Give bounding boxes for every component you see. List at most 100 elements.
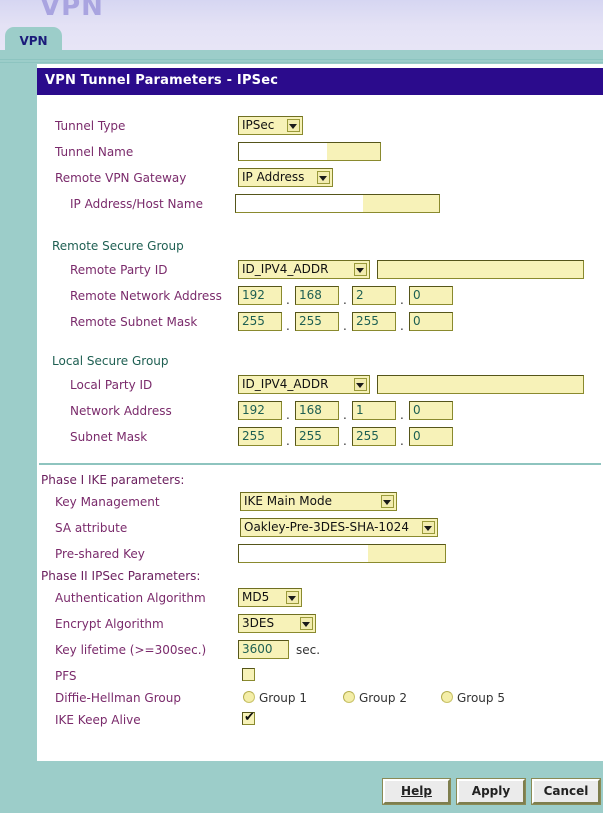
row-key-lifetime: Key lifetime (>=300sec.) 3600 sec. [37,640,597,662]
row-encrypt-algorithm: Encrypt Algorithm 3DES [37,614,597,636]
remote-network-address-octet-3[interactable]: 2 [352,286,396,305]
key-management-label: Key Management [55,495,160,509]
row-remote-vpn-gateway: Remote VPN Gateway IP Address [37,168,597,190]
chevron-down-glyph [288,596,296,601]
remote-party-id-select[interactable]: ID_IPV4_ADDR [238,260,370,279]
remote-network-address-label: Remote Network Address [70,289,222,303]
chevron-down-glyph [383,500,391,505]
local-party-id-input[interactable] [377,375,584,394]
encrypt-algorithm-label: Encrypt Algorithm [55,617,164,631]
remote-vpn-gateway-value: IP Address [242,170,305,184]
tunnel-name-label: Tunnel Name [55,145,134,159]
sa-attribute-label: SA attribute [55,521,128,535]
network-address-octet-1[interactable]: 192 [238,401,282,420]
diffie-hellman-group-label: Diffie-Hellman Group [55,691,181,705]
sa-attribute-select[interactable]: Oakley-Pre-3DES-SHA-1024 [240,518,438,537]
remote-subnet-mask-octet-3[interactable]: 255 [352,312,396,331]
octet-separator: . [286,408,290,422]
key-lifetime-input[interactable]: 3600 [238,640,289,659]
dh-group-2-radio[interactable] [343,691,355,703]
ip-address-host-name-input[interactable] [235,194,440,213]
phase2-heading: Phase II IPSec Parameters: [41,569,201,583]
remote-subnet-mask-octet-1[interactable]: 255 [238,312,282,331]
row-local-secure-group: Local Secure Group [37,351,597,373]
encrypt-algorithm-value: 3DES [242,616,275,630]
chevron-down-glyph [356,268,364,273]
remote-network-address-octet-1[interactable]: 192 [238,286,282,305]
tunnel-name-input[interactable] [238,142,381,161]
remote-secure-group-heading: Remote Secure Group [52,239,184,253]
remote-subnet-mask-octet-2[interactable]: 255 [295,312,339,331]
help-button[interactable]: Help [382,778,451,805]
row-phase1-heading: Phase I IKE parameters: [37,470,597,492]
phase1-heading: Phase I IKE parameters: [41,473,185,487]
local-party-id-select[interactable]: ID_IPV4_ADDR [238,375,370,394]
dh-group-5-radio[interactable] [441,691,453,703]
key-management-select[interactable]: IKE Main Mode [240,492,397,511]
remote-network-address-octet-2[interactable]: 168 [295,286,339,305]
encrypt-algorithm-select[interactable]: 3DES [238,614,316,633]
network-address-octet-3[interactable]: 1 [352,401,396,420]
subnet-mask-octet-4[interactable]: 0 [409,427,453,446]
subnet-mask-octet-1[interactable]: 255 [238,427,282,446]
row-diffie-hellman-group: Diffie-Hellman Group Group 1 Group 2 Gro… [37,688,597,710]
cancel-button[interactable]: Cancel [531,778,601,805]
chevron-down-glyph [302,622,310,627]
check-icon: ✔ [244,710,255,725]
chevron-down-glyph [356,383,364,388]
octet-separator: . [286,319,290,333]
row-pfs: PFS [37,666,597,688]
octet-separator: . [343,319,347,333]
tunnel-type-value: IPSec [242,118,275,132]
pfs-checkbox[interactable] [242,668,255,681]
key-management-value: IKE Main Mode [244,494,332,508]
row-sa-attribute: SA attribute Oakley-Pre-3DES-SHA-1024 [37,518,597,540]
network-address-label: Network Address [70,404,172,418]
vpn-config-page: VPN VPN VPN Tunnel Parameters - IPSec Tu… [0,0,603,813]
remote-vpn-gateway-label: Remote VPN Gateway [55,171,187,185]
octet-separator: . [343,434,347,448]
authentication-algorithm-value: MD5 [242,590,270,604]
row-tunnel-name: Tunnel Name [37,142,597,164]
subnet-mask-octet-3[interactable]: 255 [352,427,396,446]
authentication-algorithm-select[interactable]: MD5 [238,588,302,607]
remote-vpn-gateway-select[interactable]: IP Address [238,168,333,187]
row-remote-party-id: Remote Party ID ID_IPV4_ADDR [37,260,597,282]
remote-party-id-label: Remote Party ID [70,263,168,277]
row-local-party-id: Local Party ID ID_IPV4_ADDR [37,375,597,397]
tunnel-type-label: Tunnel Type [55,119,126,133]
ike-keep-alive-checkbox[interactable]: ✔ [242,710,255,725]
banner-title: VPN [40,0,104,22]
remote-network-address-octet-4[interactable]: 0 [409,286,453,305]
tunnel-type-select[interactable]: IPSec [238,116,303,135]
authentication-algorithm-label: Authentication Algorithm [55,591,206,605]
tab-vpn-label: VPN [19,34,48,48]
sa-attribute-value: Oakley-Pre-3DES-SHA-1024 [244,520,409,534]
ip-address-host-name-label: IP Address/Host Name [70,197,203,211]
page-banner: VPN [0,0,603,26]
chevron-down-glyph [424,526,432,531]
network-address-octet-2[interactable]: 168 [295,401,339,420]
pre-shared-key-input[interactable] [238,544,446,563]
row-remote-network-address: Remote Network Address 192 . 168 . 2 . 0 [37,286,597,308]
row-network-address: Network Address 192 . 168 . 1 . 0 [37,401,597,423]
network-address-octet-4[interactable]: 0 [409,401,453,420]
row-key-management: Key Management IKE Main Mode [37,492,597,514]
key-lifetime-value: 3600 [242,642,273,656]
remote-party-id-value: ID_IPV4_ADDR [242,262,329,276]
local-secure-group-heading: Local Secure Group [52,354,169,368]
remote-subnet-mask-label: Remote Subnet Mask [70,315,198,329]
local-party-id-value: ID_IPV4_ADDR [242,377,329,391]
row-authentication-algorithm: Authentication Algorithm MD5 [37,588,597,610]
row-tunnel-type: Tunnel Type IPSec [37,116,597,138]
subnet-mask-octet-2[interactable]: 255 [295,427,339,446]
row-remote-secure-group: Remote Secure Group [37,236,597,258]
octet-separator: . [286,293,290,307]
remote-subnet-mask-octet-4[interactable]: 0 [409,312,453,331]
dh-group-1-radio[interactable] [243,691,255,703]
local-party-id-label: Local Party ID [70,378,153,392]
key-lifetime-unit: sec. [296,643,321,657]
apply-button[interactable]: Apply [456,778,526,805]
remote-party-id-input[interactable] [377,260,584,279]
content-panel: VPN Tunnel Parameters - IPSec Tunnel Typ… [37,64,603,761]
